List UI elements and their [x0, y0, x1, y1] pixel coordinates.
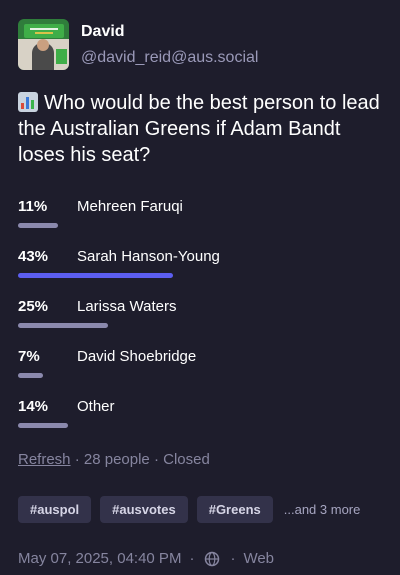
meta-separator: · — [74, 451, 80, 468]
more-hashtags-button[interactable]: ...and 3 more — [284, 502, 361, 517]
footer-separator: · — [189, 550, 195, 567]
poll-option: 14% Other — [18, 396, 382, 446]
poll-option-label: David Shoebridge — [77, 348, 197, 365]
poll-option-bar — [18, 273, 173, 278]
poll-option-bar — [18, 323, 108, 328]
poll-meta: Refresh · 28 people · Closed — [18, 451, 210, 468]
hashtag-auspol[interactable]: #auspol — [18, 496, 92, 523]
avatar[interactable] — [18, 19, 69, 70]
refresh-link[interactable]: Refresh — [18, 451, 71, 468]
poll-option-percent: 14% — [18, 398, 49, 415]
poll-question: Who would be the best person to lead the… — [18, 90, 382, 168]
poll-option-label: Sarah Hanson-Young — [77, 248, 220, 265]
post-author[interactable]: David @david_reid@aus.social — [18, 19, 258, 70]
poll-option-percent: 25% — [18, 298, 49, 315]
meta-separator: · — [153, 451, 159, 468]
hashtag-greens[interactable]: #Greens — [196, 496, 273, 523]
poll-option-label: Mehreen Faruqi — [77, 198, 183, 215]
poll-option-bar — [18, 423, 68, 428]
poll-status: Closed — [163, 451, 210, 468]
bar-chart-emoji-icon — [18, 92, 38, 112]
poll-option-percent: 43% — [18, 248, 49, 265]
poll-options: 11% Mehreen Faruqi 43% Sarah Hanson-Youn… — [18, 196, 382, 446]
author-handle[interactable]: @david_reid@aus.social — [81, 48, 258, 68]
poll-option-label: Larissa Waters — [77, 298, 177, 315]
post-timestamp[interactable]: May 07, 2025, 04:40 PM — [18, 550, 181, 567]
post-client: Web — [243, 550, 275, 567]
hashtag-bar: #auspol #ausvotes #Greens ...and 3 more — [18, 496, 360, 523]
poll-option: 25% Larissa Waters — [18, 296, 382, 346]
poll-option: 43% Sarah Hanson-Young — [18, 246, 382, 296]
poll-option: 11% Mehreen Faruqi — [18, 196, 382, 246]
poll-option-percent: 11% — [18, 198, 48, 215]
poll-question-text: Who would be the best person to lead the… — [18, 92, 380, 166]
post-card: David @david_reid@aus.social Who would b… — [0, 0, 400, 575]
poll-option-bar — [18, 373, 43, 378]
footer-separator: · — [230, 550, 236, 567]
globe-icon — [205, 551, 220, 566]
author-names: David @david_reid@aus.social — [81, 19, 258, 68]
poll-voters-count: 28 people — [83, 451, 150, 468]
poll-option-percent: 7% — [18, 348, 40, 365]
poll-option-label: Other — [77, 398, 115, 415]
post-footer: May 07, 2025, 04:40 PM · · Web — [18, 550, 274, 567]
avatar-sign-graphic — [24, 24, 64, 38]
hashtag-ausvotes[interactable]: #ausvotes — [100, 496, 188, 523]
poll-option-bar — [18, 223, 58, 228]
poll-option: 7% David Shoebridge — [18, 346, 382, 396]
author-display-name[interactable]: David — [81, 22, 258, 42]
